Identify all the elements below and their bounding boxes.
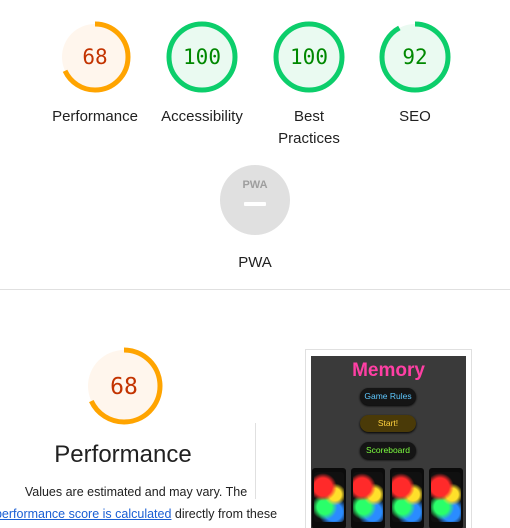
gauge-best-practices-score: 100 bbox=[290, 45, 328, 69]
performance-description-line1: Values are estimated and may vary. The bbox=[24, 485, 248, 499]
section-divider bbox=[0, 289, 510, 290]
performance-description-rest: directly from these bbox=[171, 507, 278, 521]
thumb-card bbox=[390, 468, 424, 528]
gauge-performance[interactable]: 68 Performance bbox=[40, 20, 150, 128]
gauge-performance-ring: 68 bbox=[59, 21, 131, 93]
gauge-seo-label: SEO bbox=[399, 108, 431, 125]
final-screenshot[interactable]: Memory Game Rules Start! Scoreboard bbox=[305, 349, 472, 528]
pwa-badge-text: PWA bbox=[242, 179, 267, 191]
thumb-memory-title: Memory bbox=[352, 360, 425, 381]
gauge-accessibility[interactable]: 100 Accessibility bbox=[147, 20, 257, 128]
gauge-best-practices-ring: 100 bbox=[273, 21, 345, 93]
gauge-seo-score: 92 bbox=[402, 45, 427, 69]
performance-description-line2: performance score is calculated directly… bbox=[0, 503, 284, 525]
gauge-seo-ring: 92 bbox=[379, 21, 451, 93]
performance-score-calculated-link[interactable]: performance score is calculated bbox=[0, 507, 171, 521]
final-screenshot-image: Memory Game Rules Start! Scoreboard bbox=[311, 356, 466, 528]
gauge-seo[interactable]: 92 SEO bbox=[360, 20, 470, 128]
performance-gauge-large: 68 bbox=[85, 347, 163, 425]
performance-description: Values are estimated and may vary. The p… bbox=[0, 481, 284, 525]
thumb-scoreboard-button: Scoreboard bbox=[360, 442, 416, 459]
thumb-card bbox=[429, 468, 463, 528]
gauge-accessibility-score: 100 bbox=[183, 45, 221, 69]
score-gauges: 68 Performance 100 Accessibility 100 Bes… bbox=[0, 20, 510, 150]
performance-large-score: 68 bbox=[110, 374, 138, 400]
gauge-pwa-label: PWA bbox=[238, 254, 272, 271]
gauge-performance-score: 68 bbox=[82, 45, 107, 69]
thumb-card bbox=[351, 468, 385, 528]
gauge-best-practices-label: Best Practices bbox=[278, 108, 340, 147]
gauge-accessibility-ring: 100 bbox=[166, 21, 238, 93]
gauge-pwa[interactable]: PWA PWA bbox=[200, 164, 310, 271]
vertical-separator bbox=[255, 423, 256, 499]
gauge-performance-label: Performance bbox=[52, 108, 138, 125]
thumb-start-button: Start! bbox=[360, 415, 416, 432]
gauge-accessibility-label: Accessibility bbox=[161, 108, 243, 125]
pwa-badge-icon: PWA bbox=[220, 165, 290, 235]
lighthouse-report: 68 Performance 100 Accessibility 100 Bes… bbox=[0, 0, 510, 528]
thumb-game-rules-button: Game Rules bbox=[360, 388, 416, 405]
thumb-card bbox=[312, 468, 346, 528]
performance-section-title: Performance bbox=[54, 441, 192, 468]
gauge-best-practices[interactable]: 100 Best Practices bbox=[254, 20, 364, 150]
